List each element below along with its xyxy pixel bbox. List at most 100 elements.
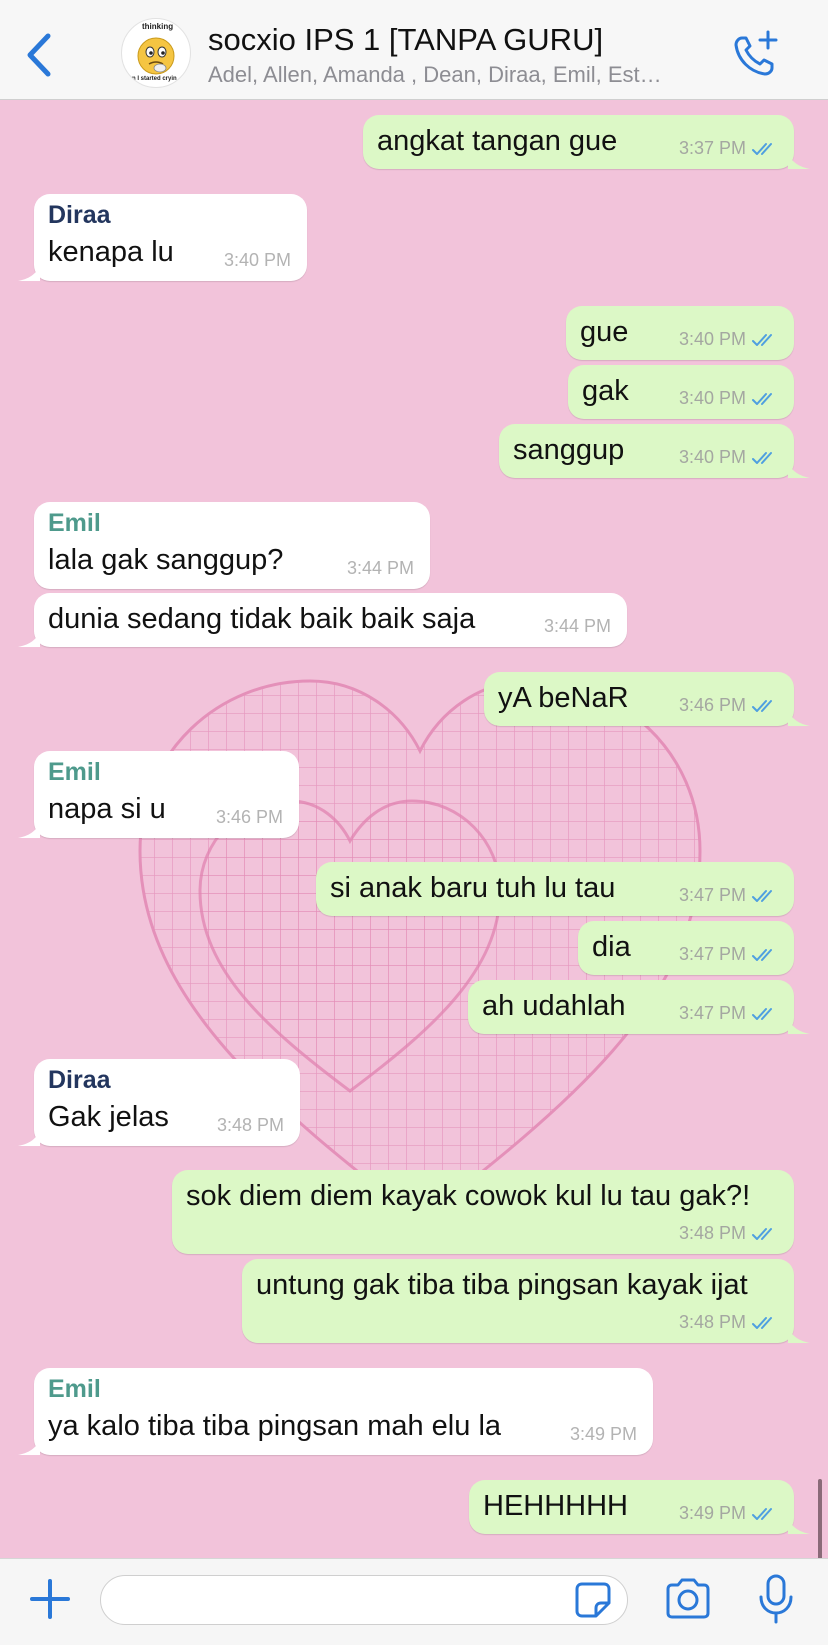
phone-plus-icon xyxy=(734,30,778,76)
outgoing-message[interactable]: yA beNaR 3:46 PM xyxy=(484,672,810,726)
read-ticks-icon xyxy=(752,947,778,963)
message-timestamp: 3:47 PM xyxy=(678,1003,746,1023)
message-timestamp: 3:49 PM xyxy=(678,1503,746,1523)
message-text: angkat tangan gue xyxy=(377,125,618,157)
read-ticks-icon xyxy=(752,332,778,348)
avatar-caption-bottom: n I started cryin xyxy=(132,76,177,82)
outgoing-message[interactable]: HEHHHHH 3:49 PM xyxy=(469,1480,810,1534)
read-ticks-icon xyxy=(752,391,778,407)
message-sender[interactable]: Diraa xyxy=(48,1066,111,1095)
read-ticks-icon xyxy=(752,1315,778,1331)
read-ticks-icon xyxy=(752,698,778,714)
message-text: dia xyxy=(592,931,631,963)
message-text: ah udahlah xyxy=(482,990,626,1022)
message-sender[interactable]: Emil xyxy=(48,509,101,538)
message-text: yA beNaR xyxy=(498,682,629,714)
message-timestamp: 3:44 PM xyxy=(346,558,414,578)
bubble-tail xyxy=(788,462,810,478)
outgoing-message[interactable]: sanggup 3:40 PM xyxy=(499,424,810,478)
message-text: gak xyxy=(582,375,629,407)
add-call-button[interactable] xyxy=(730,28,782,80)
message-text: Gak jelas xyxy=(48,1101,169,1133)
message-text: ya kalo tiba tiba pingsan mah elu la xyxy=(48,1410,502,1442)
sticker-button[interactable] xyxy=(574,1581,612,1619)
message-sender[interactable]: Diraa xyxy=(48,201,111,230)
bubble-tail xyxy=(788,710,810,726)
camera-button[interactable] xyxy=(664,1577,712,1621)
group-title[interactable]: socxio IPS 1 [TANPA GURU] xyxy=(208,22,603,58)
message-timestamp: 3:44 PM xyxy=(543,616,611,636)
message-timestamp: 3:48 PM xyxy=(678,1223,746,1243)
message-text: HEHHHHH xyxy=(483,1490,628,1522)
composer-bar xyxy=(0,1558,828,1645)
message-text: sanggup xyxy=(513,434,625,466)
chat-scrollbar[interactable] xyxy=(818,1479,822,1558)
message-timestamp: 3:40 PM xyxy=(678,447,746,467)
message-input[interactable] xyxy=(100,1575,628,1625)
read-ticks-icon xyxy=(752,888,778,904)
outgoing-message[interactable]: untung gak tiba tiba pingsan kayak ijat 3… xyxy=(242,1259,810,1343)
group-members[interactable]: Adel, Allen, Amanda , Dean, Diraa, Emil,… xyxy=(208,62,718,88)
outgoing-message[interactable]: gue 3:40 PM xyxy=(566,306,794,360)
chat-area[interactable]: angkat tangan gue 3:37 PM Diraa kenapa lu 3:… xyxy=(0,101,828,1558)
bubble-tail xyxy=(788,153,810,169)
chat-header: thinking n I started cryin socxio IPS 1 … xyxy=(0,0,828,100)
incoming-message[interactable]: Diraa kenapa lu 3:40 PM xyxy=(18,194,307,281)
sticker-icon xyxy=(575,1582,611,1618)
message-timestamp: 3:46 PM xyxy=(215,807,283,827)
read-ticks-icon xyxy=(752,1006,778,1022)
read-ticks-icon xyxy=(752,450,778,466)
message-text: gue xyxy=(580,316,629,348)
read-ticks-icon xyxy=(752,1506,778,1522)
message-timestamp: 3:40 PM xyxy=(223,250,291,270)
bubble-tail xyxy=(788,1018,810,1034)
message-timestamp: 3:40 PM xyxy=(678,329,746,349)
incoming-message[interactable]: Emil napa si u 3:46 PM xyxy=(18,751,299,838)
camera-icon xyxy=(666,1578,710,1619)
group-avatar[interactable]: thinking n I started cryin xyxy=(121,18,191,88)
chevron-left-icon xyxy=(27,33,51,77)
incoming-message[interactable]: Emil lala gak sanggup? 3:44 PM xyxy=(34,502,430,589)
bubble-tail xyxy=(788,1518,810,1534)
microphone-icon xyxy=(759,1574,793,1624)
avatar-caption-top: thinking xyxy=(142,22,174,31)
incoming-message[interactable]: Diraa Gak jelas 3:48 PM xyxy=(18,1059,300,1146)
message-text: si anak baru tuh lu tau xyxy=(330,872,616,904)
message-timestamp: 3:40 PM xyxy=(678,388,746,408)
message-timestamp: 3:49 PM xyxy=(569,1424,637,1444)
attach-button[interactable] xyxy=(28,1577,72,1621)
message-text: dunia sedang tidak baik baik saja xyxy=(48,603,476,635)
read-ticks-icon xyxy=(752,141,778,157)
message-text: lala gak sanggup? xyxy=(48,544,284,576)
message-sender[interactable]: Emil xyxy=(48,1375,101,1404)
message-text: napa si u xyxy=(48,793,166,825)
bubble-tail xyxy=(18,265,40,281)
message-timestamp: 3:46 PM xyxy=(678,695,746,715)
bubble-tail xyxy=(18,822,40,838)
message-timestamp: 3:48 PM xyxy=(216,1115,284,1135)
message-timestamp: 3:48 PM xyxy=(678,1312,746,1332)
outgoing-message[interactable]: dia 3:47 PM xyxy=(578,921,794,975)
bubble-tail xyxy=(18,1130,40,1146)
message-text: sok diem diem kayak cowok kul lu tau gak… xyxy=(186,1180,751,1212)
voice-message-button[interactable] xyxy=(756,1573,796,1625)
back-button[interactable] xyxy=(22,30,62,80)
message-timestamp: 3:47 PM xyxy=(678,944,746,964)
outgoing-message[interactable]: sok diem diem kayak cowok kul lu tau gak… xyxy=(172,1170,794,1254)
message-timestamp: 3:47 PM xyxy=(678,885,746,905)
message-timestamp: 3:37 PM xyxy=(678,138,746,158)
message-text: untung gak tiba tiba pingsan kayak ijat xyxy=(256,1269,748,1301)
message-text: kenapa lu xyxy=(48,236,174,268)
plus-icon xyxy=(30,1579,70,1619)
outgoing-message[interactable]: si anak baru tuh lu tau 3:47 PM xyxy=(316,862,794,916)
read-ticks-icon xyxy=(752,1226,778,1242)
incoming-message[interactable]: dunia sedang tidak baik baik saja 3:44 PM xyxy=(18,593,627,647)
message-sender[interactable]: Emil xyxy=(48,758,101,787)
outgoing-message[interactable]: ah udahlah 3:47 PM xyxy=(468,980,810,1034)
incoming-message[interactable]: Emil ya kalo tiba tiba pingsan mah elu la… xyxy=(18,1368,653,1455)
bubble-tail xyxy=(18,631,40,647)
outgoing-message[interactable]: gak 3:40 PM xyxy=(568,365,794,419)
outgoing-message[interactable]: angkat tangan gue 3:37 PM xyxy=(363,115,810,169)
bubble-tail xyxy=(788,1327,810,1343)
bubble-tail xyxy=(18,1439,40,1455)
